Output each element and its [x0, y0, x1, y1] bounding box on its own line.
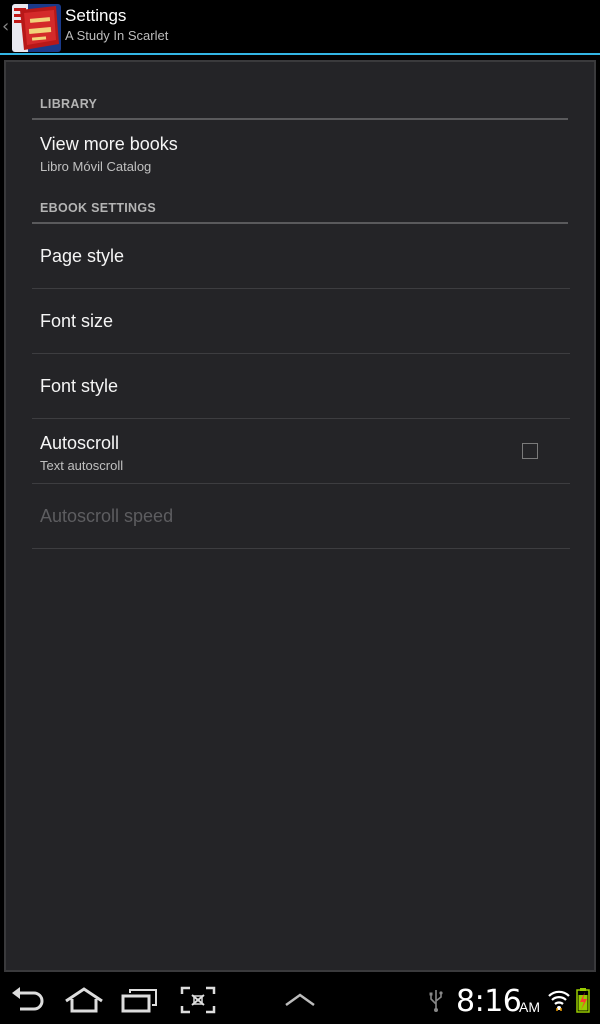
pref-autoscroll-summary: Text autoscroll	[40, 458, 124, 473]
autoscroll-checkbox[interactable]	[522, 443, 538, 459]
usb-icon	[426, 982, 446, 1018]
battery-icon	[574, 982, 592, 1018]
book-cover-icon[interactable]	[12, 4, 61, 52]
pref-page-style-title: Page style	[40, 246, 125, 266]
pref-view-more-books-summary: Libro Móvil Catalog	[40, 159, 152, 174]
menu-up-icon[interactable]	[282, 982, 318, 1018]
pref-autoscroll-speed-title: Autoscroll speed	[40, 506, 174, 526]
pref-autoscroll[interactable]: Autoscroll Text autoscroll	[32, 419, 570, 484]
pref-view-more-books[interactable]: View more books Libro Móvil Catalog	[32, 120, 570, 184]
back-icon[interactable]	[8, 982, 48, 1018]
preferences-list: LIBRARY View more books Libro Móvil Cata…	[32, 62, 570, 549]
pref-font-size[interactable]: Font size	[32, 289, 570, 354]
screenshot-icon[interactable]	[178, 982, 218, 1018]
preferences-panel: LIBRARY View more books Libro Móvil Cata…	[4, 60, 596, 972]
wifi-icon	[546, 982, 572, 1018]
pref-page-style[interactable]: Page style	[32, 224, 570, 289]
pref-autoscroll-speed: Autoscroll speed	[32, 484, 570, 549]
pref-view-more-books-title: View more books	[40, 134, 178, 154]
category-library-label: LIBRARY	[40, 97, 98, 111]
pref-autoscroll-title: Autoscroll	[40, 433, 120, 453]
screen-subtitle: A Study In Scarlet	[65, 28, 169, 43]
category-ebook-settings-label: EBOOK SETTINGS	[40, 201, 157, 215]
recent-apps-icon[interactable]	[120, 982, 160, 1018]
category-ebook-settings: EBOOK SETTINGS	[32, 184, 570, 224]
home-icon[interactable]	[62, 982, 106, 1018]
system-navigation-bar: 8:16 AM	[0, 976, 600, 1024]
pref-font-size-title: Font size	[40, 311, 114, 331]
pref-font-style-title: Font style	[40, 376, 119, 396]
status-ampm: AM	[519, 999, 540, 1015]
category-library: LIBRARY	[32, 62, 570, 120]
status-clock: 8:16	[456, 984, 522, 1019]
pref-font-style[interactable]: Font style	[32, 354, 570, 419]
screen-title: Settings	[65, 6, 127, 25]
up-caret-icon[interactable]: ‹	[2, 16, 9, 37]
action-bar: ‹ Settings A Study In Scarlet	[0, 0, 600, 55]
